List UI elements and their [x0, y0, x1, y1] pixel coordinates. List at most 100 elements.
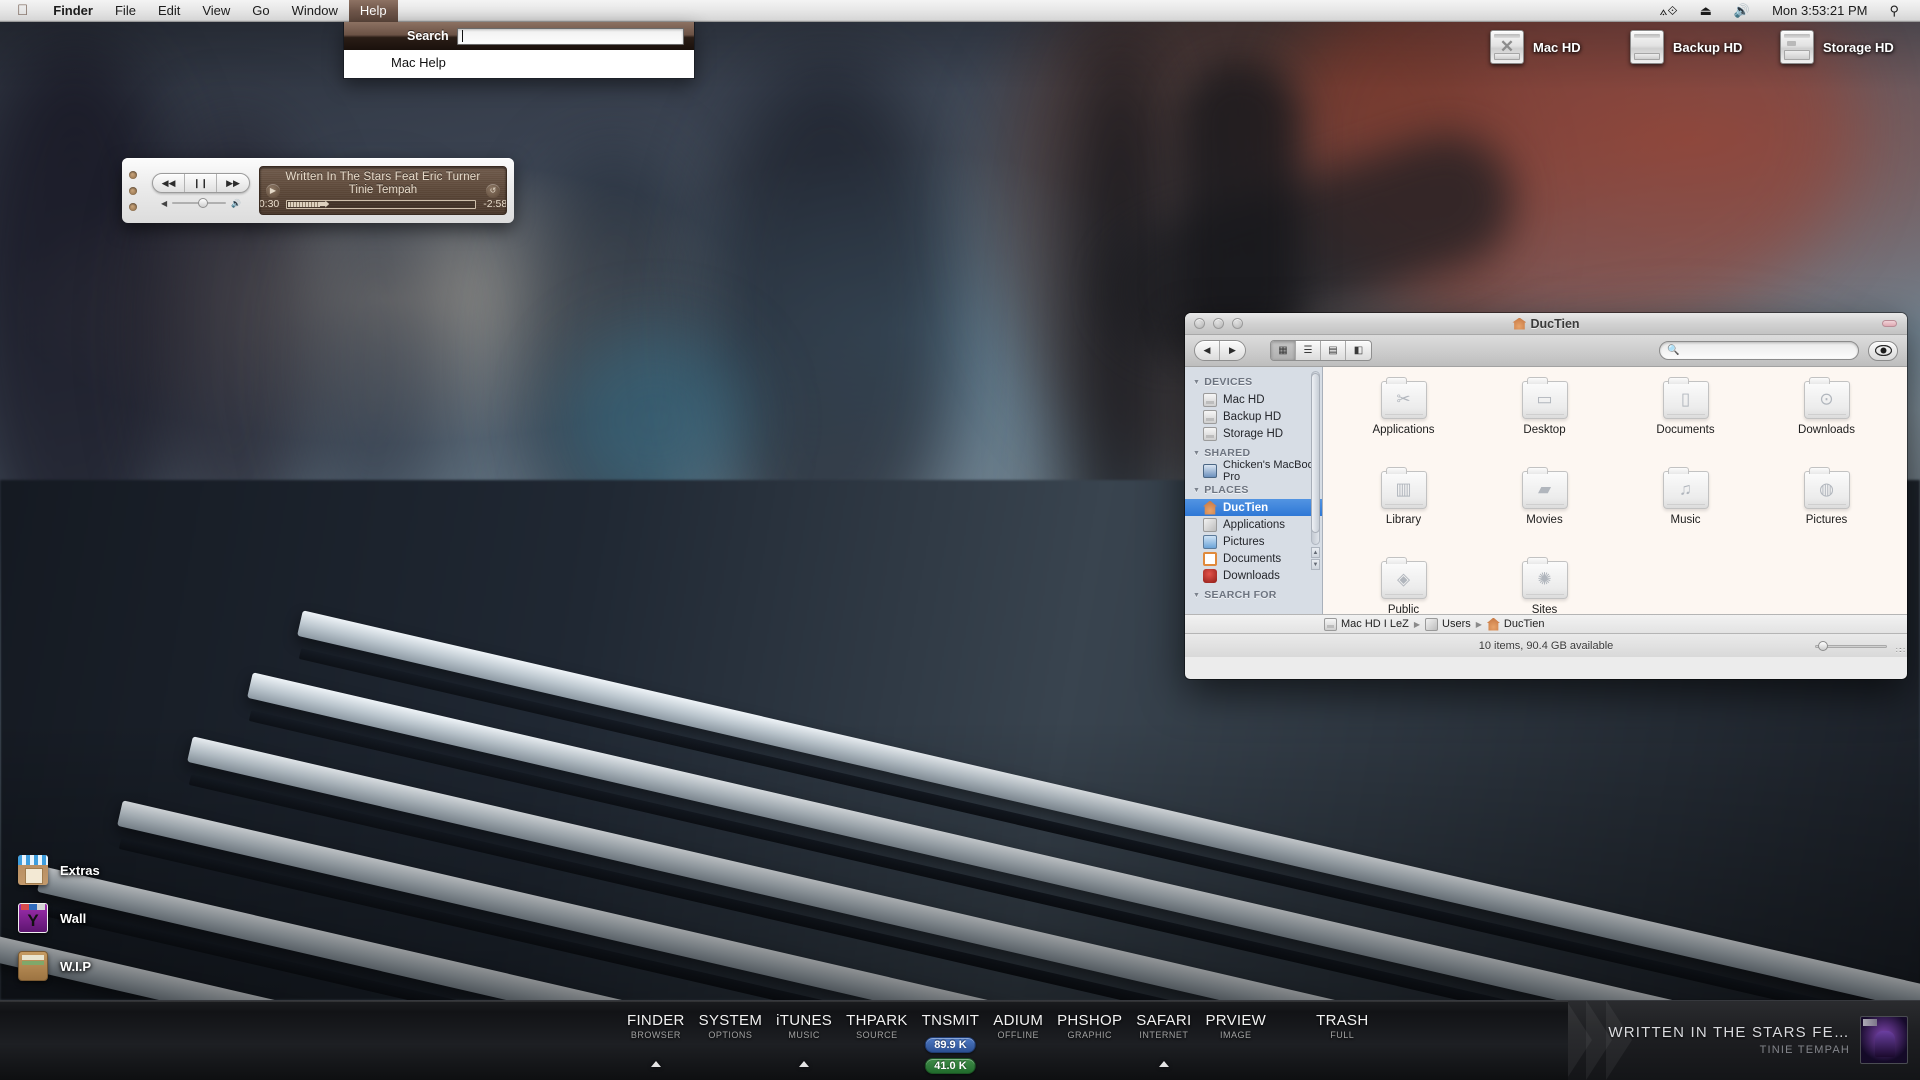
help-menu-item-mac-help[interactable]: Mac Help	[344, 53, 694, 72]
downloads-icon	[1203, 568, 1217, 583]
volume-low-icon: ◀	[160, 198, 168, 208]
itunes-controls[interactable]: ◀◀ ❙❙ ▶▶ ◀ 🔊	[146, 173, 256, 208]
sidebar-scrollbar[interactable]: ▲ ▼	[1311, 371, 1320, 571]
desktop-icon-wip[interactable]: W.I.P	[18, 951, 91, 981]
bluetooth-icon[interactable]: ⟑⟐	[1648, 0, 1688, 22]
dock-item-prview[interactable]: PRVIEW IMAGE	[1198, 1013, 1273, 1040]
play-small-icon[interactable]: ▶	[266, 183, 280, 198]
finder-item-music[interactable]: ♫ Music	[1615, 467, 1756, 561]
volume-slider[interactable]	[172, 198, 227, 208]
finder-icon-grid[interactable]: ✂ Applications ▭ Desktop ▯ Documents ⊙ D…	[1323, 367, 1907, 616]
finder-sidebar[interactable]: ▼ DEVICES Mac HD Backup HD Storage HD ▼ …	[1185, 367, 1323, 614]
nav-segment[interactable]: ◀ ▶	[1194, 340, 1246, 361]
sidebar-item-storage-hd[interactable]: Storage HD	[1185, 425, 1322, 442]
itunes-lcd-display[interactable]: ▶ Written In The Stars Feat Eric Turner …	[259, 166, 507, 215]
chevron-down-icon[interactable]: ▼	[1193, 487, 1200, 494]
dock[interactable]: FINDER BROWSER SYSTEM OPTIONS iTUNES MUS…	[0, 1000, 1920, 1080]
chevron-down-icon[interactable]: ▼	[1193, 450, 1200, 457]
eye-quicklook-icon[interactable]	[1868, 340, 1898, 361]
search-input[interactable]: 🔍	[1659, 341, 1859, 360]
finder-title-bar[interactable]: DucTien	[1185, 313, 1907, 335]
menu-item-view[interactable]: View	[191, 0, 241, 22]
sidebar-item-ductien[interactable]: DucTien	[1185, 499, 1322, 516]
chevron-down-icon[interactable]: ▼	[1193, 592, 1200, 599]
rewind-icon[interactable]: ◀◀	[153, 174, 185, 192]
desktop-drive-mac-hd[interactable]: Mac HD	[1490, 30, 1581, 64]
dock-item-trash[interactable]: TRASH FULL	[1309, 1013, 1375, 1040]
volume-icon[interactable]: 🔊	[1723, 0, 1761, 22]
dock-item-phshop[interactable]: PHSHOP GRAPHIC	[1050, 1013, 1129, 1040]
coverflow-view-icon[interactable]: ◧	[1346, 341, 1371, 360]
dock-item-safari[interactable]: SAFARI INTERNET	[1129, 1013, 1198, 1067]
repeat-icon[interactable]: ↺	[486, 183, 500, 198]
sidebar-item-chickens-macbook-pro[interactable]: Chicken's MacBook Pro	[1185, 459, 1322, 483]
finder-item-documents[interactable]: ▯ Documents	[1615, 377, 1756, 471]
track-progress-bar[interactable]	[286, 199, 477, 209]
dock-item-subtitle: INTERNET	[1139, 1030, 1189, 1040]
dock-item-tnsmit[interactable]: TNSMIT 89.9 K 41.0 K	[915, 1013, 987, 1074]
desktop-drive-backup-hd[interactable]: Backup HD	[1630, 30, 1742, 64]
transport-controls[interactable]: ◀◀ ❙❙ ▶▶	[152, 173, 250, 193]
icon-size-slider[interactable]	[1815, 640, 1887, 651]
spotlight-search-icon[interactable]: ⚲	[1878, 0, 1910, 22]
eject-icon[interactable]: ⏏	[1689, 0, 1723, 22]
dock-items[interactable]: FINDER BROWSER SYSTEM OPTIONS iTUNES MUS…	[620, 1013, 1375, 1074]
sidebar-item-documents[interactable]: Documents	[1185, 550, 1322, 567]
desktop-icon-extras[interactable]: Extras	[18, 855, 100, 885]
now-playing-panel[interactable]: WRITTEN IN THE STARS FE… TINIE TEMPAH	[1568, 1001, 1920, 1080]
sidebar-item-downloads[interactable]: Downloads	[1185, 567, 1322, 584]
menu-bar[interactable]:  Finder File Edit View Go Window Help ⟑…	[0, 0, 1920, 22]
dock-item-adium[interactable]: ADIUM OFFLINE	[986, 1013, 1050, 1040]
toggle-toolbar-button[interactable]	[1882, 320, 1897, 327]
list-view-icon[interactable]: ☰	[1296, 341, 1321, 360]
dock-item-system[interactable]: SYSTEM OPTIONS	[692, 1013, 769, 1040]
chevron-down-icon[interactable]: ▼	[1193, 379, 1200, 386]
menu-item-go[interactable]: Go	[241, 0, 280, 22]
menu-bar-clock[interactable]: Mon 3:53:21 PM	[1761, 0, 1878, 22]
menu-item-finder[interactable]: Finder	[42, 0, 104, 22]
sidebar-item-pictures[interactable]: Pictures	[1185, 533, 1322, 550]
resize-handle[interactable]: ∷∷	[1896, 646, 1905, 655]
finder-item-library[interactable]: ▥ Library	[1333, 467, 1474, 561]
apple-logo-icon[interactable]: 	[0, 0, 42, 22]
help-menu-dropdown[interactable]: Search Mac Help	[343, 22, 695, 79]
help-search-input[interactable]	[456, 27, 684, 45]
scrollbar-thumb[interactable]	[1311, 373, 1320, 533]
pause-icon[interactable]: ❙❙	[185, 174, 217, 192]
scroll-down-arrow-icon[interactable]: ▼	[1311, 559, 1320, 570]
back-arrow-icon[interactable]: ◀	[1195, 341, 1220, 360]
column-view-icon[interactable]: ▤	[1321, 341, 1346, 360]
dock-item-itunes[interactable]: iTUNES MUSIC	[769, 1013, 839, 1067]
finder-window[interactable]: DucTien ◀ ▶ ▦ ☰ ▤ ◧ 🔍 ▼ DEVICES Mac HD B…	[1185, 313, 1907, 679]
dock-item-thpark[interactable]: THPARK SOURCE	[839, 1013, 915, 1040]
menu-item-help[interactable]: Help	[348, 0, 398, 22]
slider-knob[interactable]	[1818, 640, 1828, 651]
finder-item-downloads[interactable]: ⊙ Downloads	[1756, 377, 1897, 471]
sidebar-header-search-for[interactable]: ▼ SEARCH FOR	[1185, 584, 1322, 604]
finder-toolbar[interactable]: ◀ ▶ ▦ ☰ ▤ ◧ 🔍	[1185, 335, 1907, 367]
desktop-drive-storage-hd[interactable]: Storage HD	[1780, 30, 1894, 64]
finder-item-movies[interactable]: ▰ Movies	[1474, 467, 1615, 561]
sidebar-header-devices[interactable]: ▼ DEVICES	[1185, 371, 1322, 391]
view-mode-segment[interactable]: ▦ ☰ ▤ ◧	[1270, 340, 1372, 361]
desktop-icon-wall[interactable]: Wall	[18, 903, 86, 933]
scroll-up-arrow-icon[interactable]: ▲	[1311, 547, 1320, 558]
sidebar-item-applications[interactable]: Applications	[1185, 516, 1322, 533]
forward-arrow-icon[interactable]: ▶	[1220, 341, 1245, 360]
icon-view-icon[interactable]: ▦	[1271, 341, 1296, 360]
item-label: Movies	[1526, 514, 1563, 526]
dock-item-finder[interactable]: FINDER BROWSER	[620, 1013, 692, 1067]
itunes-mini-player[interactable]: ◀◀ ❙❙ ▶▶ ◀ 🔊 ▶ Written In The Stars Feat…	[122, 158, 514, 223]
sidebar-item-mac-hd[interactable]: Mac HD	[1185, 391, 1322, 408]
finder-item-desktop[interactable]: ▭ Desktop	[1474, 377, 1615, 471]
finder-item-applications[interactable]: ✂ Applications	[1333, 377, 1474, 471]
fast-forward-icon[interactable]: ▶▶	[217, 174, 249, 192]
sidebar-item-backup-hd[interactable]: Backup HD	[1185, 408, 1322, 425]
menu-item-file[interactable]: File	[104, 0, 147, 22]
menu-item-window[interactable]: Window	[281, 0, 349, 22]
volume-row[interactable]: ◀ 🔊	[161, 198, 241, 208]
finder-item-pictures[interactable]: ◍ Pictures	[1756, 467, 1897, 561]
progress-handle[interactable]	[319, 200, 330, 208]
menu-item-edit[interactable]: Edit	[147, 0, 191, 22]
volume-slider-knob[interactable]	[198, 198, 209, 208]
